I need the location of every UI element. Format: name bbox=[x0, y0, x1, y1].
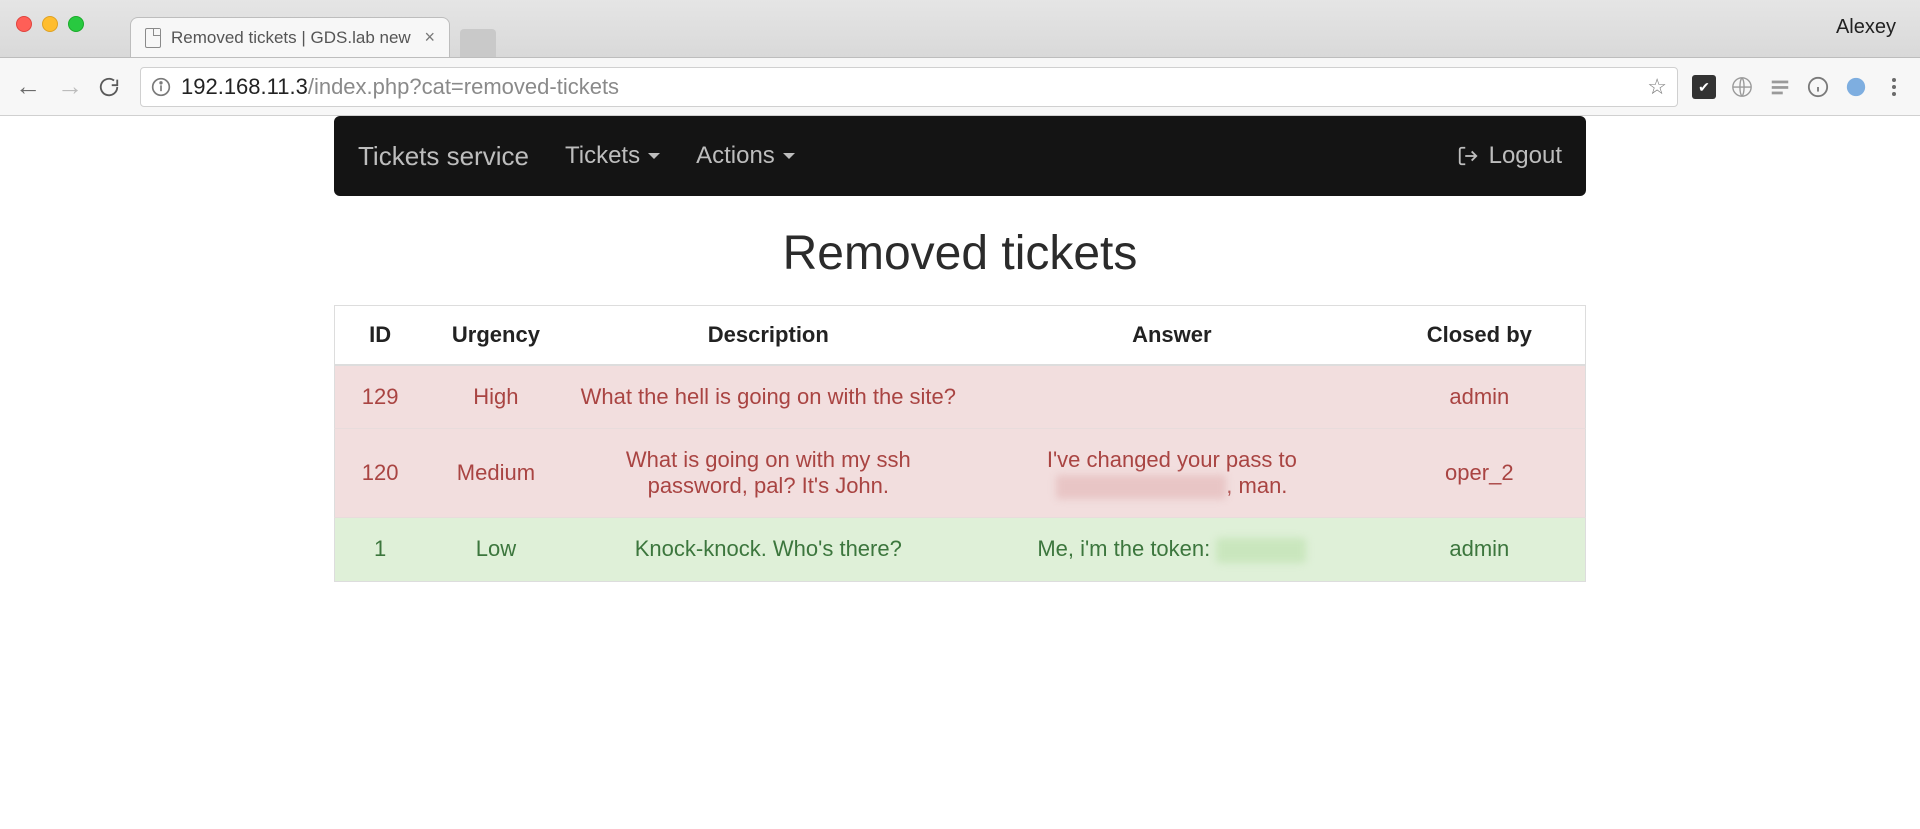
tab-title: Removed tickets | GDS.lab new bbox=[171, 28, 411, 48]
url-text: 192.168.11.3/index.php?cat=removed-ticke… bbox=[181, 74, 619, 100]
table-row: 1LowKnock-knock. Who's there?Me, i'm the… bbox=[335, 518, 1586, 581]
cell-closed-by: admin bbox=[1374, 365, 1586, 429]
url-path: /index.php?cat=removed-tickets bbox=[308, 74, 619, 99]
window-controls bbox=[16, 16, 84, 32]
cell-description: What the hell is going on with the site? bbox=[567, 365, 971, 429]
cell-id: 129 bbox=[335, 365, 426, 429]
caret-down-icon bbox=[648, 153, 660, 159]
address-bar[interactable]: 192.168.11.3/index.php?cat=removed-ticke… bbox=[140, 67, 1678, 107]
page-container: Tickets service Tickets Actions Logout R… bbox=[334, 116, 1586, 582]
browser-tab[interactable]: Removed tickets | GDS.lab new × bbox=[130, 17, 450, 57]
fullscreen-window-button[interactable] bbox=[68, 16, 84, 32]
app-navbar: Tickets service Tickets Actions Logout bbox=[334, 116, 1586, 196]
col-header-id: ID bbox=[335, 306, 426, 366]
col-header-closed-by: Closed by bbox=[1374, 306, 1586, 366]
cell-description: What is going on with my ssh password, p… bbox=[567, 429, 971, 518]
cell-description: Knock-knock. Who's there? bbox=[567, 518, 971, 581]
url-host: 192.168.11.3 bbox=[181, 74, 308, 99]
back-button[interactable]: ← bbox=[14, 71, 42, 102]
navbar-brand[interactable]: Tickets service bbox=[358, 141, 529, 172]
reader-extension-icon[interactable] bbox=[1768, 75, 1792, 99]
table-row: 129HighWhat the hell is going on with th… bbox=[335, 365, 1586, 429]
cell-id: 120 bbox=[335, 429, 426, 518]
globe-blue-extension-icon[interactable] bbox=[1844, 75, 1868, 99]
site-info-icon[interactable] bbox=[151, 77, 171, 97]
cell-closed-by: admin bbox=[1374, 518, 1586, 581]
col-header-description: Description bbox=[567, 306, 971, 366]
close-window-button[interactable] bbox=[16, 16, 32, 32]
browser-toolbar: ← → 192.168.11.3/index.php?cat=removed-t… bbox=[0, 58, 1920, 116]
cell-urgency: High bbox=[425, 365, 566, 429]
nav-item-actions[interactable]: Actions bbox=[696, 142, 795, 170]
cell-answer: Me, i'm the token: bbox=[970, 518, 1374, 581]
col-header-answer: Answer bbox=[970, 306, 1374, 366]
col-header-urgency: Urgency bbox=[425, 306, 566, 366]
table-row: 120MediumWhat is going on with my ssh pa… bbox=[335, 429, 1586, 518]
extension-icons: ✔ bbox=[1692, 75, 1906, 99]
nav-item-tickets[interactable]: Tickets bbox=[565, 142, 660, 170]
minimize-window-button[interactable] bbox=[42, 16, 58, 32]
cell-urgency: Medium bbox=[425, 429, 566, 518]
logout-button[interactable]: Logout bbox=[1457, 142, 1562, 170]
page-title: Removed tickets bbox=[334, 226, 1586, 281]
logout-label: Logout bbox=[1489, 142, 1562, 170]
tab-strip: Removed tickets | GDS.lab new × bbox=[130, 0, 496, 57]
nav-item-label: Tickets bbox=[565, 142, 640, 170]
page-icon bbox=[145, 28, 161, 48]
cell-closed-by: oper_2 bbox=[1374, 429, 1586, 518]
nav-item-label: Actions bbox=[696, 142, 775, 170]
info-extension-icon[interactable] bbox=[1806, 75, 1830, 99]
new-tab-button[interactable] bbox=[460, 29, 496, 57]
cell-id: 1 bbox=[335, 518, 426, 581]
cell-answer: I've changed your pass to , man. bbox=[970, 429, 1374, 518]
bookmark-star-icon[interactable]: ☆ bbox=[1647, 74, 1667, 100]
close-tab-button[interactable]: × bbox=[424, 27, 435, 48]
tickets-table: ID Urgency Description Answer Closed by … bbox=[334, 305, 1586, 582]
redacted-text bbox=[1056, 475, 1226, 499]
pocket-extension-icon[interactable]: ✔ bbox=[1692, 75, 1716, 99]
forward-button: → bbox=[56, 71, 84, 102]
redacted-text bbox=[1216, 538, 1306, 562]
cell-answer bbox=[970, 365, 1374, 429]
table-header-row: ID Urgency Description Answer Closed by bbox=[335, 306, 1586, 366]
logout-icon bbox=[1457, 145, 1479, 167]
globe-extension-icon[interactable] bbox=[1730, 75, 1754, 99]
chrome-menu-button[interactable] bbox=[1882, 75, 1906, 99]
profile-name[interactable]: Alexey bbox=[1836, 16, 1896, 39]
cell-urgency: Low bbox=[425, 518, 566, 581]
caret-down-icon bbox=[783, 153, 795, 159]
window-titlebar: Removed tickets | GDS.lab new × Alexey bbox=[0, 0, 1920, 58]
reload-button[interactable] bbox=[98, 76, 126, 98]
